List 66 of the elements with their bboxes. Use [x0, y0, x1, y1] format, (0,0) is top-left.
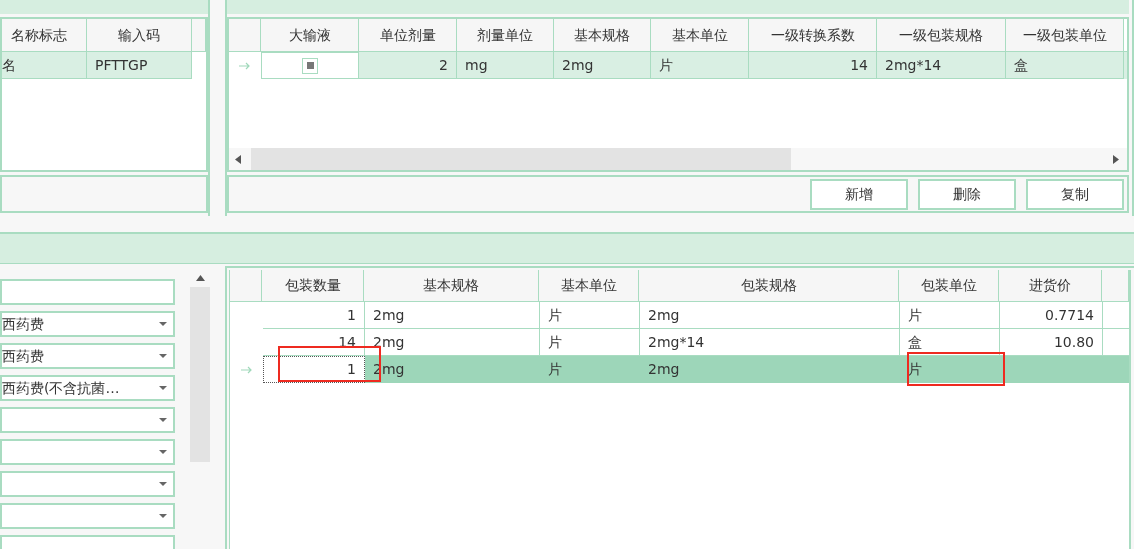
column-header[interactable]: 一级包装单位 [1006, 19, 1124, 51]
column-header[interactable]: 包装单位 [899, 270, 999, 301]
table-cell-text: mg [465, 55, 488, 75]
dropdown-field[interactable] [0, 439, 175, 465]
dropdown-field[interactable]: 西药费(不含抗菌… [0, 375, 175, 401]
column-header[interactable] [192, 19, 206, 51]
table-cell-text: 盒 [1014, 55, 1028, 75]
table-cell: 2mg [365, 302, 540, 329]
table-row[interactable]: 2 mg 2mg 片 14 2mg*14 盒 [229, 52, 1127, 79]
column-header[interactable]: 单位剂量 [359, 19, 457, 51]
dropdown-caret-icon [159, 354, 167, 358]
toolbar-button[interactable]: 删除 [918, 178, 1016, 210]
scroll-up-icon[interactable] [195, 275, 205, 281]
column-header[interactable]: 输入码 [87, 19, 192, 51]
table-cell-text: 2mg [562, 55, 594, 75]
table-cell: 10.80 [1000, 329, 1103, 356]
column-header[interactable]: 一级转换系数 [749, 19, 877, 51]
dropdown-caret-icon [159, 482, 167, 486]
dropdown-caret-icon [159, 386, 167, 390]
table-cell-text: PFTTGP [95, 55, 148, 75]
dropdown-field[interactable]: 西药费 [0, 343, 175, 369]
horizontal-scrollbar[interactable] [229, 148, 1127, 170]
table-cell: 0.7714 [1000, 302, 1103, 329]
dropdown-caret-icon [159, 450, 167, 454]
dropdown-field[interactable] [0, 503, 175, 529]
toolbar-button[interactable]: 新增 [810, 178, 908, 210]
table-cell-text: 14 [850, 55, 868, 75]
row-indicator-icon [240, 365, 253, 374]
column-header[interactable]: 基本单位 [539, 270, 639, 301]
table-cell: 片 [540, 302, 640, 329]
column-header[interactable]: 进货价 [999, 270, 1102, 301]
table-cell: 1 [263, 356, 365, 383]
column-header[interactable]: 名称标志 [2, 19, 87, 51]
column-header[interactable]: 包装数量 [262, 270, 364, 301]
dropdown-field[interactable] [0, 407, 175, 433]
dropdown-caret-icon [159, 514, 167, 518]
row-header[interactable] [229, 52, 261, 79]
row-indicator-icon [239, 61, 251, 70]
column-header[interactable] [1102, 270, 1129, 301]
table-cell-text: 2mg*14 [885, 55, 942, 75]
toolbar-button[interactable]: 复制 [1026, 178, 1124, 210]
column-header[interactable]: 基本规格 [554, 19, 651, 51]
column-header[interactable]: 一级包装规格 [877, 19, 1006, 51]
table-row[interactable]: 名 PFTTGP [2, 52, 192, 79]
table-cell: 片 [540, 329, 640, 356]
column-header[interactable]: 基本单位 [651, 19, 749, 51]
table-cell: 片 [900, 302, 1000, 329]
dropdown-caret-icon [159, 418, 167, 422]
table-cell: 2mg [640, 302, 900, 329]
column-header[interactable]: 包装规格 [639, 270, 899, 301]
table-cell-text: 2 [439, 55, 448, 75]
column-header[interactable]: 剂量单位 [457, 19, 554, 51]
checkbox[interactable] [302, 57, 318, 74]
dropdown-caret-icon [159, 322, 167, 326]
scroll-left-icon[interactable] [235, 154, 241, 164]
input-field[interactable] [0, 279, 175, 305]
dropdown-field[interactable] [0, 471, 175, 497]
table-cell: 盒 [900, 329, 1000, 356]
scroll-right-icon[interactable] [1113, 154, 1119, 164]
table-cell-text: 片 [659, 55, 673, 75]
dropdown-field[interactable]: 西药费 [0, 311, 175, 337]
table-cell-text: 名 [2, 55, 16, 75]
column-header[interactable]: 大输液 [261, 19, 359, 51]
table-cell: 1 [263, 302, 365, 329]
column-header[interactable]: 基本规格 [364, 270, 539, 301]
table-cell: 2mg*14 [640, 329, 900, 356]
